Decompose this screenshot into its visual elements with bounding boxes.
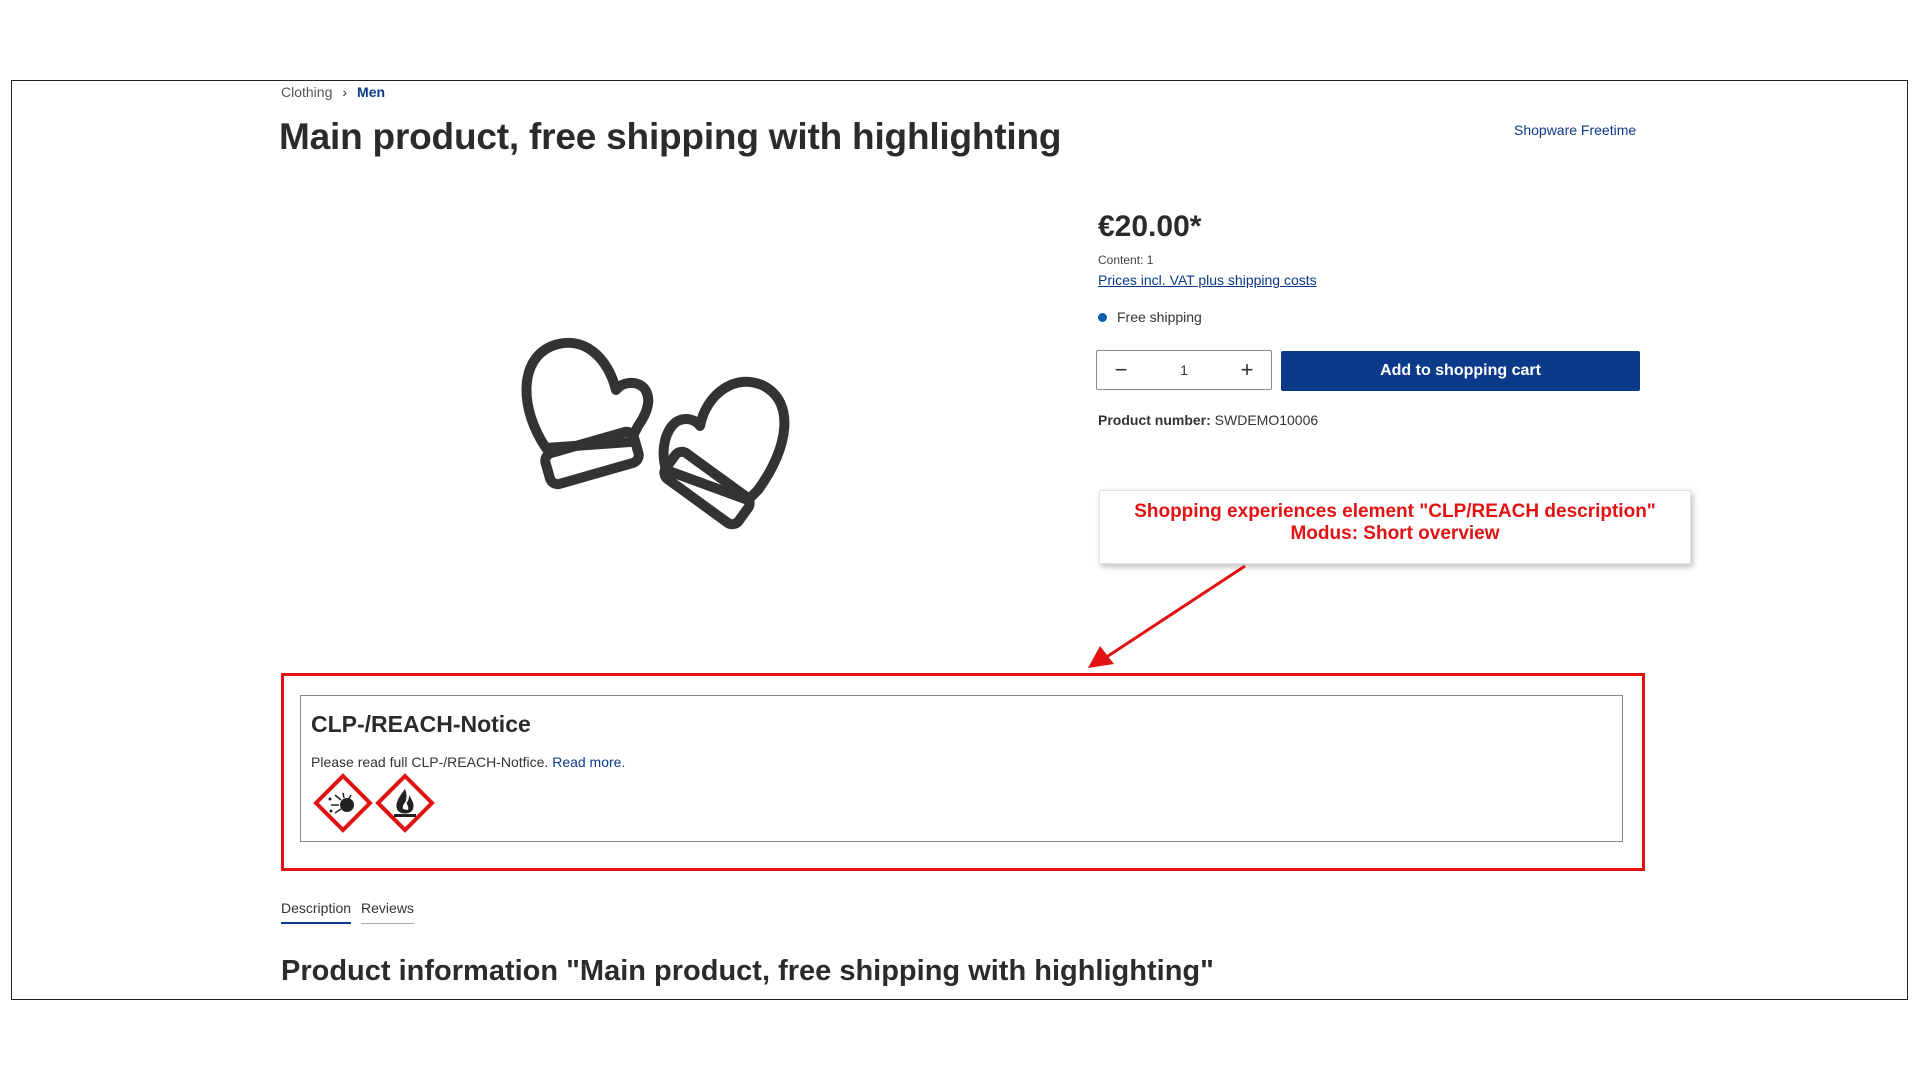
ghs-flammable-icon <box>375 773 435 833</box>
plus-icon[interactable]: + <box>1233 359 1261 381</box>
minus-icon[interactable]: − <box>1107 359 1135 381</box>
product-number: Product number: SWDEMO10006 <box>1098 412 1318 428</box>
product-number-label: Product number: <box>1098 412 1211 428</box>
clp-reach-text: Please read full CLP-/REACH-Notfice. Rea… <box>311 754 625 770</box>
vat-shipping-link[interactable]: Prices incl. VAT plus shipping costs <box>1098 272 1317 288</box>
product-image[interactable] <box>500 330 840 530</box>
quantity-stepper: − + <box>1096 350 1272 390</box>
annotation-arrow-icon <box>1088 564 1246 668</box>
annotation-line-1: Shopping experiences element "CLP/REACH … <box>1134 501 1656 522</box>
read-more-link[interactable]: Read more. <box>552 754 625 770</box>
shipping-label: Free shipping <box>1117 309 1202 325</box>
mittens-icon <box>521 337 790 530</box>
shipping-status-dot-icon <box>1098 312 1107 322</box>
product-title: Main product, free shipping with highlig… <box>279 116 1062 157</box>
product-tabs: Description Reviews <box>281 900 414 924</box>
tab-description[interactable]: Description <box>281 900 352 924</box>
quantity-input[interactable] <box>1152 361 1216 379</box>
breadcrumb: Clothing › Men <box>281 84 385 100</box>
product-information-title: Product information "Main product, free … <box>281 955 1214 987</box>
tab-reviews[interactable]: Reviews <box>361 900 414 924</box>
breadcrumb-clothing[interactable]: Clothing <box>281 84 332 100</box>
clp-reach-title: CLP-/REACH-Notice <box>311 711 531 737</box>
add-to-cart-button[interactable]: Add to shopping cart <box>1281 351 1640 391</box>
manufacturer-link[interactable]: Shopware Freetime <box>1514 122 1636 138</box>
annotation-callout: Shopping experiences element "CLP/REACH … <box>1099 490 1691 564</box>
chevron-right-icon: › <box>342 84 348 100</box>
shipping-info: Free shipping <box>1098 309 1202 325</box>
annotation-line-2: Modus: Short overview <box>1290 523 1500 544</box>
breadcrumb-men[interactable]: Men <box>357 84 385 100</box>
product-price: €20.00* <box>1098 210 1202 243</box>
ghs-explosive-icon <box>313 773 373 833</box>
content-info: Content: 1 <box>1098 253 1154 267</box>
clp-reach-description: Please read full CLP-/REACH-Notfice. <box>311 754 549 770</box>
product-number-value: SWDEMO10006 <box>1214 412 1319 428</box>
